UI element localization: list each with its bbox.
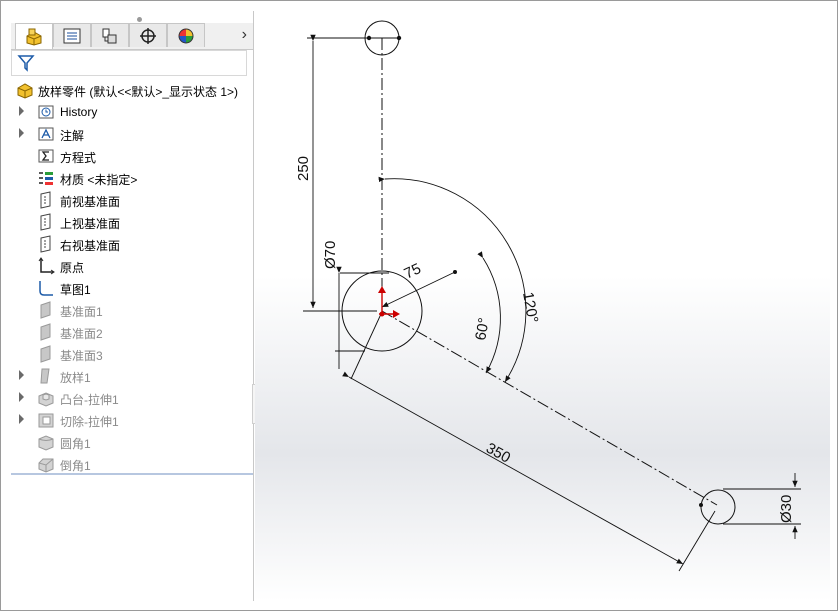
panel-divider bbox=[11, 473, 253, 475]
tree-item-label: 基准面2 bbox=[60, 327, 103, 341]
manager-tabs: › bbox=[11, 23, 253, 50]
dim-dia30-label[interactable]: Ø30 bbox=[778, 495, 795, 523]
dim-60-label[interactable]: 60° bbox=[472, 316, 493, 341]
arc-60 bbox=[477, 251, 501, 374]
color-wheel-icon bbox=[178, 28, 194, 43]
part-icon bbox=[17, 83, 33, 99]
tree-item-top-plane[interactable]: 上视基准面 bbox=[11, 211, 253, 233]
plane-icon bbox=[40, 235, 51, 253]
tree-item-annotations[interactable]: 注解 bbox=[11, 123, 253, 145]
tree-item-front-plane[interactable]: 前视基准面 bbox=[11, 189, 253, 211]
tree-item-history[interactable]: History bbox=[11, 101, 253, 123]
tree-item-label: History bbox=[60, 105, 98, 119]
tree-item-label: 凸台-拉伸1 bbox=[60, 393, 119, 407]
sketch-icon bbox=[39, 281, 53, 296]
tree-item-loft1[interactable]: 放样1 bbox=[11, 365, 253, 387]
sketch-circle-small[interactable] bbox=[700, 489, 736, 525]
cube-feature-icon bbox=[26, 28, 42, 46]
expand-arrow-icon[interactable] bbox=[19, 128, 24, 138]
tree-item-label: 方程式 bbox=[60, 151, 97, 165]
plane-icon bbox=[40, 191, 51, 209]
boss-extrude-icon bbox=[38, 392, 54, 407]
point-small-edge[interactable] bbox=[699, 503, 703, 507]
tree-item-equations[interactable]: 方程式 bbox=[11, 145, 253, 167]
history-folder-icon bbox=[38, 105, 54, 119]
dim75-point bbox=[453, 270, 457, 274]
tree-item-label: 圆角1 bbox=[60, 437, 91, 451]
tree-item-right-plane[interactable]: 右视基准面 bbox=[11, 233, 253, 255]
property-list-icon bbox=[63, 28, 81, 43]
tree-root-label: 放样零件 (默认<<默认>_显示状态 1>) bbox=[38, 85, 239, 99]
configuration-manager-tab[interactable] bbox=[91, 23, 129, 47]
dim-dia70-label[interactable]: Ø70 bbox=[322, 241, 339, 269]
tree-item-origin[interactable]: 原点 bbox=[11, 255, 253, 277]
tree-item-label: 右视基准面 bbox=[60, 239, 121, 253]
tree-item-plane3[interactable]: 基准面3 bbox=[11, 343, 253, 365]
crosshair-icon bbox=[140, 27, 156, 44]
cut-extrude-icon bbox=[38, 413, 54, 428]
sketch-drawing[interactable]: 250 Ø70 75 60° 120° 350 Ø30 bbox=[255, 11, 830, 601]
expand-arrow-icon[interactable] bbox=[19, 392, 24, 402]
tree-item-plane1[interactable]: 基准面1 bbox=[11, 299, 253, 321]
equations-icon bbox=[38, 149, 54, 163]
tree-item-fillet1[interactable]: 圆角1 bbox=[11, 431, 253, 453]
tree-item-label: 放样1 bbox=[60, 371, 91, 385]
arc-120 bbox=[378, 176, 527, 383]
tree-item-label: 基准面1 bbox=[60, 305, 103, 319]
tree-item-label: 原点 bbox=[60, 261, 85, 275]
dim-75-label[interactable]: 75 bbox=[402, 260, 424, 282]
ref-plane-icon bbox=[40, 323, 51, 341]
dimxpert-tab[interactable] bbox=[129, 23, 167, 47]
dim350-line bbox=[342, 371, 684, 565]
tree-item-material[interactable]: 材质 <未指定> bbox=[11, 167, 253, 189]
panel-grip[interactable] bbox=[137, 17, 142, 22]
graphics-viewport[interactable]: 250 Ø70 75 60° 120° 350 Ø30 bbox=[255, 11, 830, 601]
plane-icon bbox=[40, 213, 51, 231]
origin-marker-icon bbox=[378, 286, 400, 318]
filter-icon[interactable] bbox=[17, 54, 35, 72]
tree-item-label: 倒角1 bbox=[60, 459, 91, 473]
annotations-icon bbox=[38, 127, 54, 141]
display-manager-tab[interactable] bbox=[167, 23, 205, 47]
chamfer-icon bbox=[38, 458, 54, 473]
origin-icon bbox=[38, 257, 55, 275]
tree-item-label: 注解 bbox=[60, 129, 85, 143]
expand-arrow-icon[interactable] bbox=[19, 370, 24, 380]
expand-arrow-icon[interactable] bbox=[19, 106, 24, 116]
feature-tree: 放样零件 (默认<<默认>_显示状态 1>) History 注解 方程式 材质… bbox=[11, 79, 253, 475]
dim-350-label[interactable]: 350 bbox=[483, 440, 513, 467]
tree-item-boss-extrude1[interactable]: 凸台-拉伸1 bbox=[11, 387, 253, 409]
feature-manager-panel: › 放样零件 (默认<<默认>_显示状态 1>) History 注解 方程式 … bbox=[11, 11, 254, 601]
tree-item-label: 草图1 bbox=[60, 283, 91, 297]
dim-250-label[interactable]: 250 bbox=[295, 156, 312, 181]
fillet-icon bbox=[38, 435, 54, 451]
tree-root-part[interactable]: 放样零件 (默认<<默认>_显示状态 1>) bbox=[11, 79, 253, 101]
tree-item-sketch1[interactable]: 草图1 bbox=[11, 277, 253, 299]
tree-item-label: 切除-拉伸1 bbox=[60, 415, 119, 429]
loft-icon bbox=[40, 368, 50, 384]
tree-item-label: 材质 <未指定> bbox=[60, 173, 138, 187]
feature-manager-tab[interactable] bbox=[15, 23, 53, 49]
tree-filter[interactable] bbox=[11, 50, 247, 76]
window-frame: › 放样零件 (默认<<默认>_显示状态 1>) History 注解 方程式 … bbox=[0, 0, 838, 611]
material-icon bbox=[39, 172, 53, 185]
property-manager-tab[interactable] bbox=[53, 23, 91, 47]
tree-item-plane2[interactable]: 基准面2 bbox=[11, 321, 253, 343]
dim350-ext-right bbox=[678, 510, 716, 572]
ref-plane-icon bbox=[40, 345, 51, 363]
expand-arrow-icon[interactable] bbox=[19, 414, 24, 424]
tree-item-label: 上视基准面 bbox=[60, 217, 121, 231]
dim350-ext-left bbox=[350, 313, 382, 380]
centerline-angled bbox=[381, 310, 718, 506]
tree-item-cut-extrude1[interactable]: 切除-拉伸1 bbox=[11, 409, 253, 431]
tree-item-label: 前视基准面 bbox=[60, 195, 121, 209]
configuration-icon bbox=[102, 28, 117, 43]
tree-item-chamfer1[interactable]: 倒角1 bbox=[11, 453, 253, 475]
ref-plane-icon bbox=[40, 301, 51, 319]
tree-item-label: 基准面3 bbox=[60, 349, 103, 363]
dim-120-label[interactable]: 120° bbox=[519, 291, 541, 325]
more-tabs-chevron-icon[interactable]: › bbox=[242, 26, 247, 44]
